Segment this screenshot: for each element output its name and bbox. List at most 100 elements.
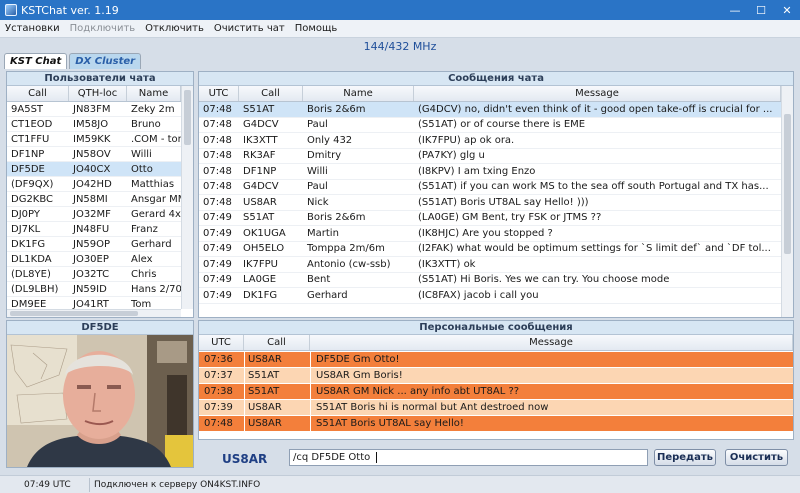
user-call: DJ0PY xyxy=(11,208,40,220)
chat-row[interactable]: 07:48 RK3AF Dmitry (PA7KY) glg u xyxy=(199,149,781,164)
chat-row[interactable]: 07:48 DF1NP Willi (I8KPV) I am txing Enzo xyxy=(199,164,781,180)
chat-message: (IC8FAX) jacob i call you xyxy=(418,289,539,301)
chat-col-utc[interactable]: UTC xyxy=(199,86,239,101)
chat-row[interactable]: 07:49 DK1FG Gerhard (IC8FAX) jacob i call y… xyxy=(199,288,781,304)
chat-row[interactable]: 07:48 G4DCV Paul (S51AT) if you can work MS… xyxy=(199,180,781,195)
chat-name: Willi xyxy=(307,165,328,177)
chat-message: (IK7FPU) ap ok ora. xyxy=(418,134,515,146)
close-icon[interactable]: ✕ xyxy=(774,0,800,20)
tab-kst-chat[interactable]: KST Chat xyxy=(4,53,68,69)
chat-row[interactable]: 07:48 IK3XTT Only 432 (IK7FPU) ap ok ora. xyxy=(199,133,781,149)
chat-utc: 07:48 xyxy=(203,134,232,146)
menu-settings[interactable]: Установки xyxy=(0,23,65,34)
user-row[interactable]: DL1KDA JO30EP Alex xyxy=(7,252,181,267)
user-qth: JO32TC xyxy=(73,268,110,280)
user-name: Ansgar MMM xyxy=(131,193,181,205)
user-row[interactable]: DF5DE JO40CX Otto xyxy=(7,162,181,177)
user-row[interactable]: CT1EOD IM58JO Bruno xyxy=(7,117,181,132)
chat-row[interactable]: 07:49 OK1UGA Martin (IK8HJC) Are you stoppe… xyxy=(199,226,781,242)
user-row[interactable]: CT1FFU IM59KK .COM - tony xyxy=(7,132,181,147)
chat-col-name[interactable]: Name xyxy=(303,86,414,101)
chat-col-call[interactable]: Call xyxy=(239,86,303,101)
chat-call: S51AT xyxy=(243,212,275,224)
user-row[interactable]: DG2KBC JN58MI Ansgar MMM xyxy=(7,192,181,207)
chat-utc: 07:48 xyxy=(203,103,232,115)
pm-call: US8AR xyxy=(244,352,310,367)
menu-clear-chat[interactable]: Очистить чат xyxy=(209,23,290,34)
chat-vertical-scrollbar[interactable] xyxy=(781,86,793,317)
user-row[interactable]: DJ0PY JO32MF Gerard 4x10 xyxy=(7,207,181,222)
chat-message: (S51AT) if you can work MS to the sea of… xyxy=(418,181,769,193)
users-horizontal-scrollbar[interactable] xyxy=(7,309,181,317)
chat-message: (S51AT) Hi Boris. Yes we can try. You ch… xyxy=(418,274,670,286)
user-call: DK1FG xyxy=(11,238,46,250)
chat-row[interactable]: 07:49 LA0GE Bent (S51AT) Hi Boris. Yes we c… xyxy=(199,273,781,288)
chat-row[interactable]: 07:49 S51AT Boris 2&6m (LA0GE) GM Bent, try… xyxy=(199,211,781,226)
maximize-icon[interactable]: ☐ xyxy=(748,0,774,20)
chat-call: DK1FG xyxy=(243,289,278,301)
chat-message: (I8KPV) I am txing Enzo xyxy=(418,165,536,177)
minimize-icon[interactable]: — xyxy=(722,0,748,20)
pm-col-utc[interactable]: UTC xyxy=(199,335,244,350)
users-col-qth[interactable]: QTH-loc xyxy=(69,86,127,101)
user-row[interactable]: (DL9LBH) JN59ID Hans 2/70/23 xyxy=(7,282,181,297)
chat-messages-list: 07:48 S51AT Boris 2&6m (G4DCV) no, didn't e… xyxy=(199,102,781,304)
pm-row[interactable]: 07:37 S51AT US8AR Gm Boris! xyxy=(199,368,793,384)
chat-name: Boris 2&6m xyxy=(307,212,366,224)
pm-col-call[interactable]: Call xyxy=(244,335,310,350)
users-col-name[interactable]: Name xyxy=(127,86,181,101)
user-qth: JN58OV xyxy=(73,148,111,160)
user-qth: JN48FU xyxy=(73,223,110,235)
user-call: DF5DE xyxy=(11,163,45,175)
chat-call: S51AT xyxy=(243,103,275,115)
chat-row[interactable]: 07:48 US8AR Nick (S51AT) Boris UT8AL say He… xyxy=(199,195,781,211)
pm-row[interactable]: 07:38 S51AT US8AR GM Nick ... any info abt… xyxy=(199,384,793,400)
user-call: DF1NP xyxy=(11,148,45,160)
pm-row[interactable]: 07:36 US8AR DF5DE Gm Otto! xyxy=(199,352,793,368)
chat-row[interactable]: 07:49 IK7FPU Antonio (cw-ssb) (IK3XTT) ok xyxy=(199,257,781,273)
user-row[interactable]: DK1FG JN59OP Gerhard xyxy=(7,237,181,252)
user-row[interactable]: DJ7KL JN48FU Franz xyxy=(7,222,181,237)
user-name: Matthias xyxy=(131,178,175,190)
chat-row[interactable]: 07:49 OH5ELO Tomppa 2m/6m (I2FAK) what woul… xyxy=(199,242,781,257)
user-row[interactable]: DF1NP JN58OV Willi xyxy=(7,147,181,162)
chat-call: OK1UGA xyxy=(243,227,286,239)
chat-row[interactable]: 07:48 G4DCV Paul (S51AT) or of course there… xyxy=(199,118,781,133)
user-call: (DF9QX) xyxy=(11,178,54,190)
pm-row[interactable]: 07:39 US8AR S51AT Boris hi is normal but A… xyxy=(199,400,793,416)
user-call: DL1KDA xyxy=(11,253,52,265)
pm-col-message[interactable]: Message xyxy=(310,335,793,350)
chat-name: Dmitry xyxy=(307,150,342,162)
chat-name: Martin xyxy=(307,227,339,239)
user-row[interactable]: (DF9QX) JO42HD Matthias xyxy=(7,177,181,192)
chat-utc: 07:48 xyxy=(203,150,232,162)
user-call: (DL8YE) xyxy=(11,268,51,280)
tab-dx-cluster[interactable]: DX Cluster xyxy=(69,53,142,69)
users-vertical-scrollbar[interactable] xyxy=(181,86,193,309)
users-col-call[interactable]: Call xyxy=(7,86,69,101)
user-name: Gerhard xyxy=(131,238,172,250)
menu-disconnect[interactable]: Отключить xyxy=(140,23,209,34)
clear-button[interactable]: Очистить xyxy=(725,449,788,466)
menu-help[interactable]: Помощь xyxy=(290,23,343,34)
user-row[interactable]: (DL8YE) JO32TC Chris xyxy=(7,267,181,282)
user-call: (DL9LBH) xyxy=(11,283,59,295)
chat-col-message[interactable]: Message xyxy=(414,86,781,101)
pm-messages-list: 07:36 US8AR DF5DE Gm Otto! 07:37 S51AT US8AR … xyxy=(199,351,793,432)
message-input[interactable]: /cq DF5DE Otto xyxy=(289,449,648,466)
chat-message: (LA0GE) GM Bent, try FSK or JTMS ?? xyxy=(418,212,602,224)
user-call: 9A5ST xyxy=(11,103,44,115)
send-button[interactable]: Передать xyxy=(654,449,716,466)
pm-call: US8AR xyxy=(244,400,310,415)
pm-message: US8AR GM Nick ... any info abt UT8AL ?? xyxy=(310,384,793,399)
chat-call: RK3AF xyxy=(243,150,276,162)
chat-utc: 07:48 xyxy=(203,165,232,177)
chat-message: (S51AT) Boris UT8AL say Hello! ))) xyxy=(418,196,589,208)
user-qth: JN83FM xyxy=(73,103,111,115)
pm-message: S51AT Boris UT8AL say Hello! xyxy=(310,416,793,431)
chat-row[interactable]: 07:48 S51AT Boris 2&6m (G4DCV) no, didn't e… xyxy=(199,102,781,118)
user-row[interactable]: 9A5ST JN83FM Zeky 2m xyxy=(7,102,181,117)
chat-utc: 07:49 xyxy=(203,227,232,239)
pm-row[interactable]: 07:48 US8AR S51AT Boris UT8AL say Hello! xyxy=(199,416,793,432)
user-qth: IM58JO xyxy=(73,118,109,130)
